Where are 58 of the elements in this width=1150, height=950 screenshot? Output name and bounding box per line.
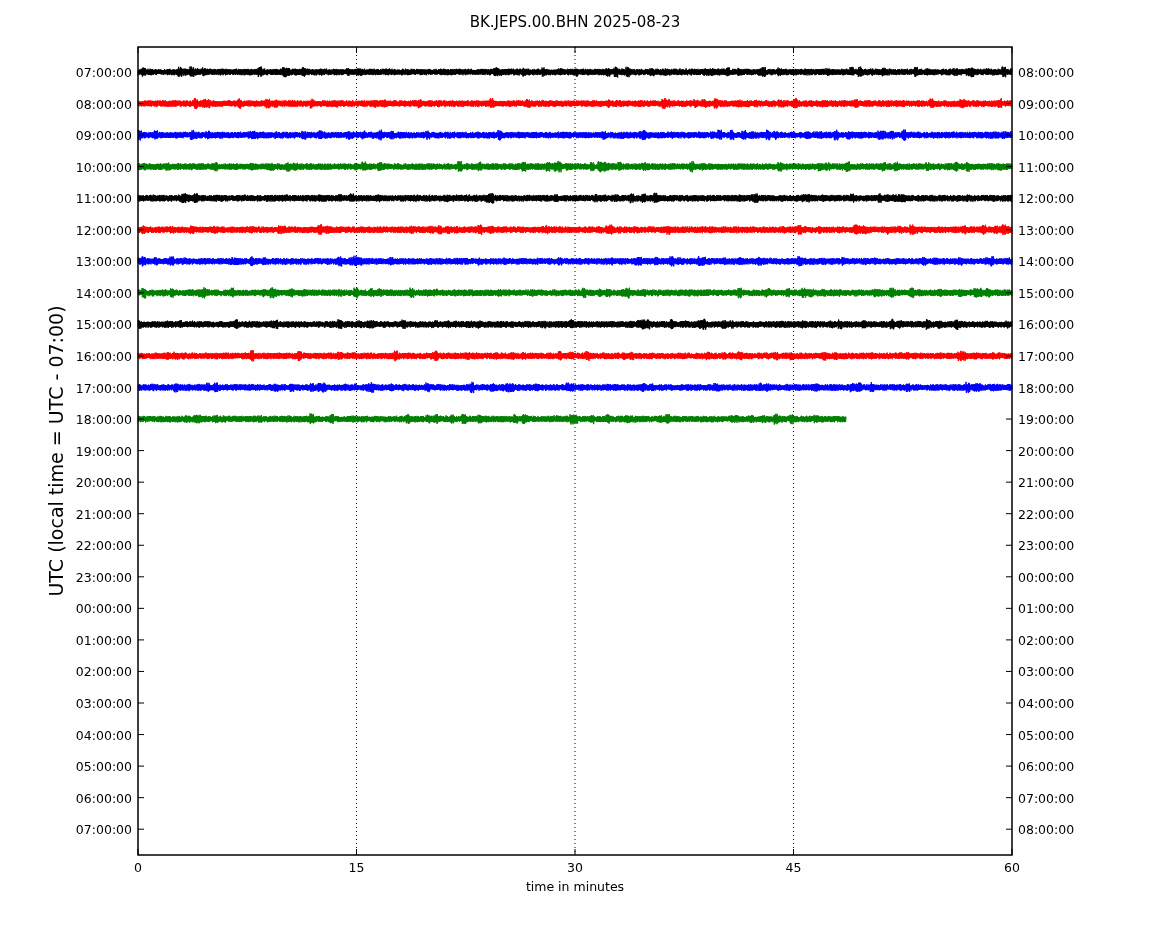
time-label: 12:00:00 [1018, 191, 1075, 207]
time-label: 08:00:00 [1018, 65, 1075, 80]
time-label: 01:00:00 [75, 632, 132, 648]
time-label: 14:00:00 [1018, 254, 1075, 270]
x-tick-label: 60 [1004, 860, 1020, 875]
time-label: 01:00:00 [1018, 601, 1075, 617]
time-label: 08:00:00 [1018, 822, 1075, 838]
time-label: 03:00:00 [75, 696, 132, 711]
time-label: 19:00:00 [1018, 412, 1075, 428]
time-label: 23:00:00 [75, 569, 132, 585]
time-label: 02:00:00 [75, 664, 132, 680]
time-label: 06:00:00 [75, 790, 132, 806]
time-label: 11:00:00 [75, 191, 132, 207]
time-label: 11:00:00 [1018, 159, 1075, 175]
time-label: 06:00:00 [1018, 759, 1075, 775]
time-label: 21:00:00 [1018, 475, 1075, 491]
time-label: 13:00:00 [1018, 222, 1075, 238]
time-label: 17:00:00 [1018, 348, 1075, 364]
time-label: 12:00:00 [75, 222, 132, 238]
time-label: 09:00:00 [75, 128, 132, 144]
time-label: 23:00:00 [1018, 538, 1075, 554]
x-tick-label: 0 [134, 860, 142, 875]
time-label: 19:00:00 [75, 443, 132, 459]
time-label: 00:00:00 [1018, 569, 1075, 585]
time-label: 17:00:00 [75, 380, 132, 396]
time-label: 04:00:00 [1018, 696, 1075, 711]
time-label: 03:00:00 [1018, 664, 1075, 680]
time-label: 20:00:00 [1018, 443, 1075, 459]
time-label: 04:00:00 [75, 727, 132, 743]
x-tick-label: 15 [348, 860, 365, 875]
time-label: 10:00:00 [75, 159, 132, 175]
time-label: 14:00:00 [75, 285, 132, 301]
time-label: 07:00:00 [75, 822, 132, 838]
time-label: 07:00:00 [1018, 790, 1075, 806]
x-tick-label: 30 [567, 860, 583, 875]
time-label: 00:00:00 [75, 601, 132, 617]
time-label: 05:00:00 [1018, 727, 1075, 743]
time-label: 08:00:00 [75, 96, 132, 112]
time-label: 16:00:00 [75, 348, 132, 364]
time-label: 02:00:00 [1018, 632, 1075, 648]
y-axis-label: UTC (local time = UTC - 07:00) [45, 305, 67, 597]
time-label: 13:00:00 [75, 254, 132, 270]
time-label: 18:00:00 [75, 412, 132, 428]
time-label: 16:00:00 [1018, 317, 1075, 333]
time-label: 10:00:00 [1018, 128, 1075, 144]
plot-title: BK.JEPS.00.BHN 2025-08-23 [469, 13, 681, 31]
time-label: 21:00:00 [75, 506, 132, 522]
time-label: 18:00:00 [1018, 380, 1075, 396]
time-label: 20:00:00 [75, 475, 132, 491]
time-label: 22:00:00 [1018, 506, 1075, 522]
time-label: 07:00:00 [75, 65, 132, 80]
x-tick-label: 45 [785, 860, 802, 875]
x-axis-label: time in minutes [525, 879, 625, 894]
time-label: 09:00:00 [1018, 96, 1075, 112]
time-label: 15:00:00 [1018, 285, 1075, 301]
time-label: 22:00:00 [75, 538, 132, 554]
time-label: 05:00:00 [75, 759, 132, 775]
time-label: 15:00:00 [75, 317, 132, 333]
